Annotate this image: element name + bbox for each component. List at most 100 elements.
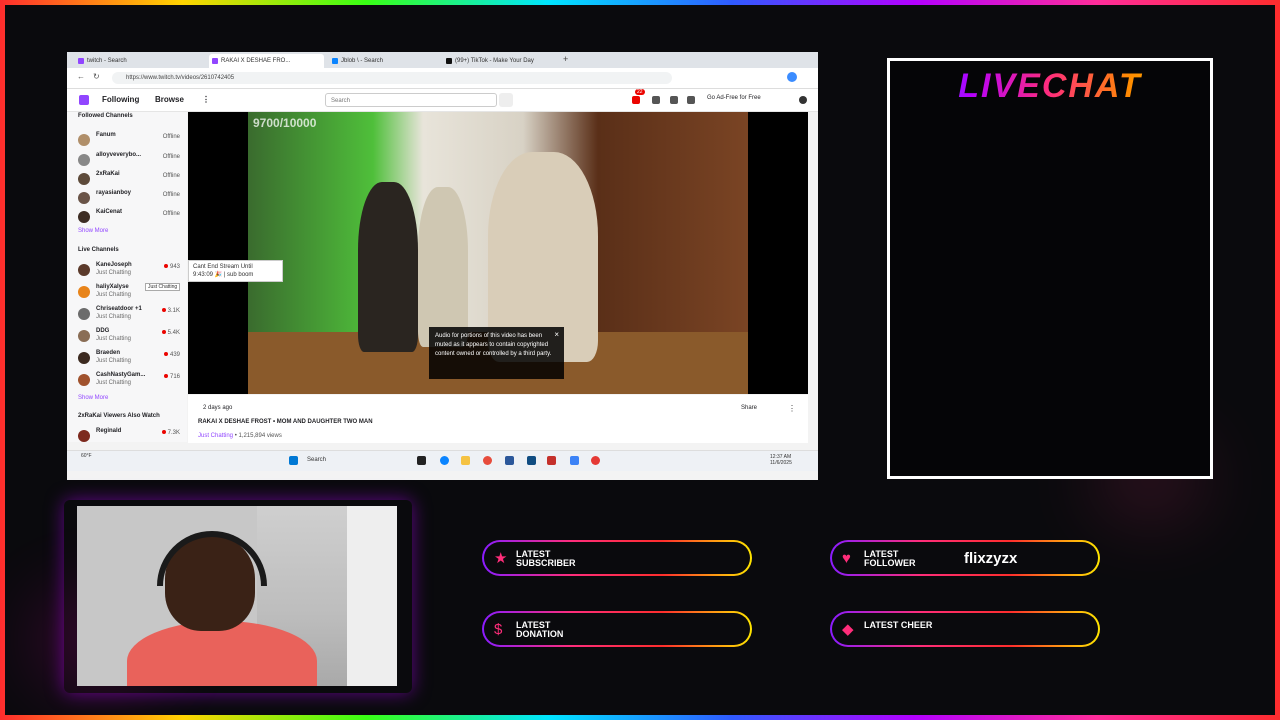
live-dot-icon [161, 430, 166, 434]
video-date: 2 days ago [203, 405, 233, 411]
video-views: • 1,215,894 views [234, 433, 282, 439]
dollar-icon: $ [494, 621, 503, 638]
avatar [78, 192, 90, 204]
video-person [418, 187, 468, 347]
avatar [78, 330, 90, 342]
live-channels-heading: Live Channels [78, 247, 119, 253]
new-tab-icon[interactable]: + [563, 54, 568, 64]
taskbar-clock: 12:37 AM 11/6/2025 [770, 454, 792, 466]
search-icon[interactable] [499, 93, 513, 107]
video-info: 2 days ago RAKAI X DESHAE FROST • MOM AN… [188, 395, 808, 443]
sidebar-live-channel[interactable]: Chriseatdoor +1 Just Chatting 3.1K [78, 306, 186, 324]
avatar [78, 154, 90, 166]
more-icon[interactable]: ⋮ [202, 95, 210, 104]
avatar [78, 134, 90, 146]
search-input[interactable]: Search [325, 93, 497, 107]
ad-free-button[interactable]: Go Ad-Free for Free [707, 95, 761, 101]
sidebar-live-channel[interactable]: Braeden Just Chatting 439 [78, 350, 186, 368]
obs-icon[interactable] [591, 456, 600, 465]
windows-start-icon[interactable] [289, 456, 298, 465]
close-icon[interactable]: × [554, 330, 559, 339]
sidebar-live-channel[interactable]: CashNastyGam... Just Chatting 716 [78, 372, 186, 390]
more-options-icon[interactable]: ⋮ [788, 404, 796, 413]
sidebar-recommended-channel[interactable]: Reginald 7.3K [78, 428, 186, 446]
browser-tab[interactable]: twitch - Search [75, 54, 205, 68]
latest-subscriber-label: LATEST SUBSCRIBER [516, 549, 576, 568]
sidebar-live-channel[interactable]: DDG Just Chatting 5.4K [78, 328, 186, 346]
avatar [78, 352, 90, 364]
live-dot-icon [163, 352, 168, 356]
inbox-icon[interactable] [652, 96, 660, 104]
tab-favicon-icon [78, 58, 84, 64]
avatar [78, 374, 90, 386]
task-view-icon[interactable] [417, 456, 426, 465]
reload-icon[interactable]: ↻ [93, 72, 100, 81]
video-player[interactable]: 9700/10000 Audio for portions of this vi… [188, 112, 808, 394]
latest-cheer-panel: ◆ LATEST CHEER [830, 611, 1100, 647]
app-icon[interactable] [527, 456, 536, 465]
back-icon[interactable]: ← [77, 72, 85, 81]
latest-follower-label: LATEST FOLLOWER [864, 549, 916, 568]
live-dot-icon [161, 330, 166, 334]
livechat-panel: LIVECHAT [887, 58, 1213, 479]
avatar [78, 173, 90, 185]
sidebar-channel[interactable]: KaiCenat Offline [78, 209, 186, 227]
heart-icon: ♥ [842, 550, 851, 567]
latest-donation-panel: $ LATEST DONATION [482, 611, 752, 647]
also-watch-heading: 2xRaKai Viewers Also Watch [78, 413, 160, 419]
weather-widget[interactable]: 60°F [81, 453, 92, 459]
twitch-header: Following Browse ⋮ Search 22 Go Ad-Free … [67, 89, 818, 112]
file-explorer-icon[interactable] [461, 456, 470, 465]
video-title: RAKAI X DESHAE FROST • MOM AND DAUGHTER … [198, 419, 373, 425]
muted-audio-notice: Audio for portions of this video has bee… [429, 327, 564, 379]
followed-channels-heading: Followed Channels [78, 113, 133, 119]
avatar [78, 211, 90, 223]
app-icon[interactable] [547, 456, 556, 465]
hover-tooltip: Just Chatting [145, 283, 181, 291]
tab-strip: twitch - Search RAKAI X DESHAE FRO... Jb… [67, 52, 818, 68]
app-icon[interactable] [570, 456, 579, 465]
livechat-title: LIVECHAT [890, 67, 1210, 106]
sidebar-live-channel[interactable]: KaneJoseph Just Chatting 943 [78, 262, 186, 280]
nav-browse[interactable]: Browse [155, 95, 184, 104]
address-bar: ← ↻ https://www.twitch.tv/videos/2610742… [67, 68, 818, 89]
video-category-link[interactable]: Just Chatting [198, 433, 233, 439]
windows-taskbar: 60°F Search 12:37 AM 11/6/2025 [67, 450, 818, 471]
channel-preview-tooltip: Cant End Stream Until 9:43:09 🎉 | sub bo… [188, 260, 283, 282]
app-icon[interactable] [505, 456, 514, 465]
latest-subscriber-panel: ★ LATEST SUBSCRIBER [482, 540, 752, 576]
share-button[interactable]: Share [741, 405, 757, 411]
nav-following[interactable]: Following [102, 95, 139, 104]
browser-tab[interactable]: Jblob \ - Search [329, 54, 439, 68]
taskbar-search[interactable]: Search [307, 457, 326, 463]
avatar [78, 430, 90, 442]
latest-cheer-label: LATEST CHEER [864, 620, 933, 630]
browser-tab-active[interactable]: RAKAI X DESHAE FRO... [209, 54, 324, 68]
notifications-icon[interactable] [632, 96, 640, 104]
latest-follower-panel: ♥ LATEST FOLLOWER flixzyzx [830, 540, 1100, 576]
show-more-live-link[interactable]: Show More [78, 395, 108, 401]
tab-favicon-icon [446, 58, 452, 64]
browser-window: twitch - Search RAKAI X DESHAE FRO... Jb… [67, 52, 818, 480]
crown-icon[interactable] [687, 96, 695, 104]
video-person [358, 182, 418, 352]
edge-icon[interactable] [440, 456, 449, 465]
whispers-icon[interactable] [670, 96, 678, 104]
webcam-door [347, 506, 397, 686]
diamond-icon: ◆ [842, 621, 854, 638]
avatar [78, 286, 90, 298]
show-more-link[interactable]: Show More [78, 228, 108, 234]
sidebar-channel[interactable]: rayasianboy Offline [78, 190, 186, 208]
twitch-logo-icon[interactable] [79, 95, 89, 105]
live-dot-icon [161, 308, 166, 312]
tab-favicon-icon [212, 58, 218, 64]
sidebar-channel[interactable]: 2xRaKai Offline [78, 171, 186, 189]
sidebar-channel[interactable]: Fanum Offline [78, 132, 186, 150]
avatar[interactable] [799, 96, 807, 104]
copilot-icon[interactable] [787, 72, 797, 82]
browser-tab[interactable]: (99+) TikTok - Make Your Day [443, 54, 561, 68]
sidebar-channel[interactable]: alloyveverybo... Offline [78, 152, 186, 170]
chrome-icon[interactable] [483, 456, 492, 465]
url-field[interactable]: https://www.twitch.tv/videos/2610742405 [112, 72, 672, 84]
sub-goal-counter: 9700/10000 [253, 116, 317, 130]
